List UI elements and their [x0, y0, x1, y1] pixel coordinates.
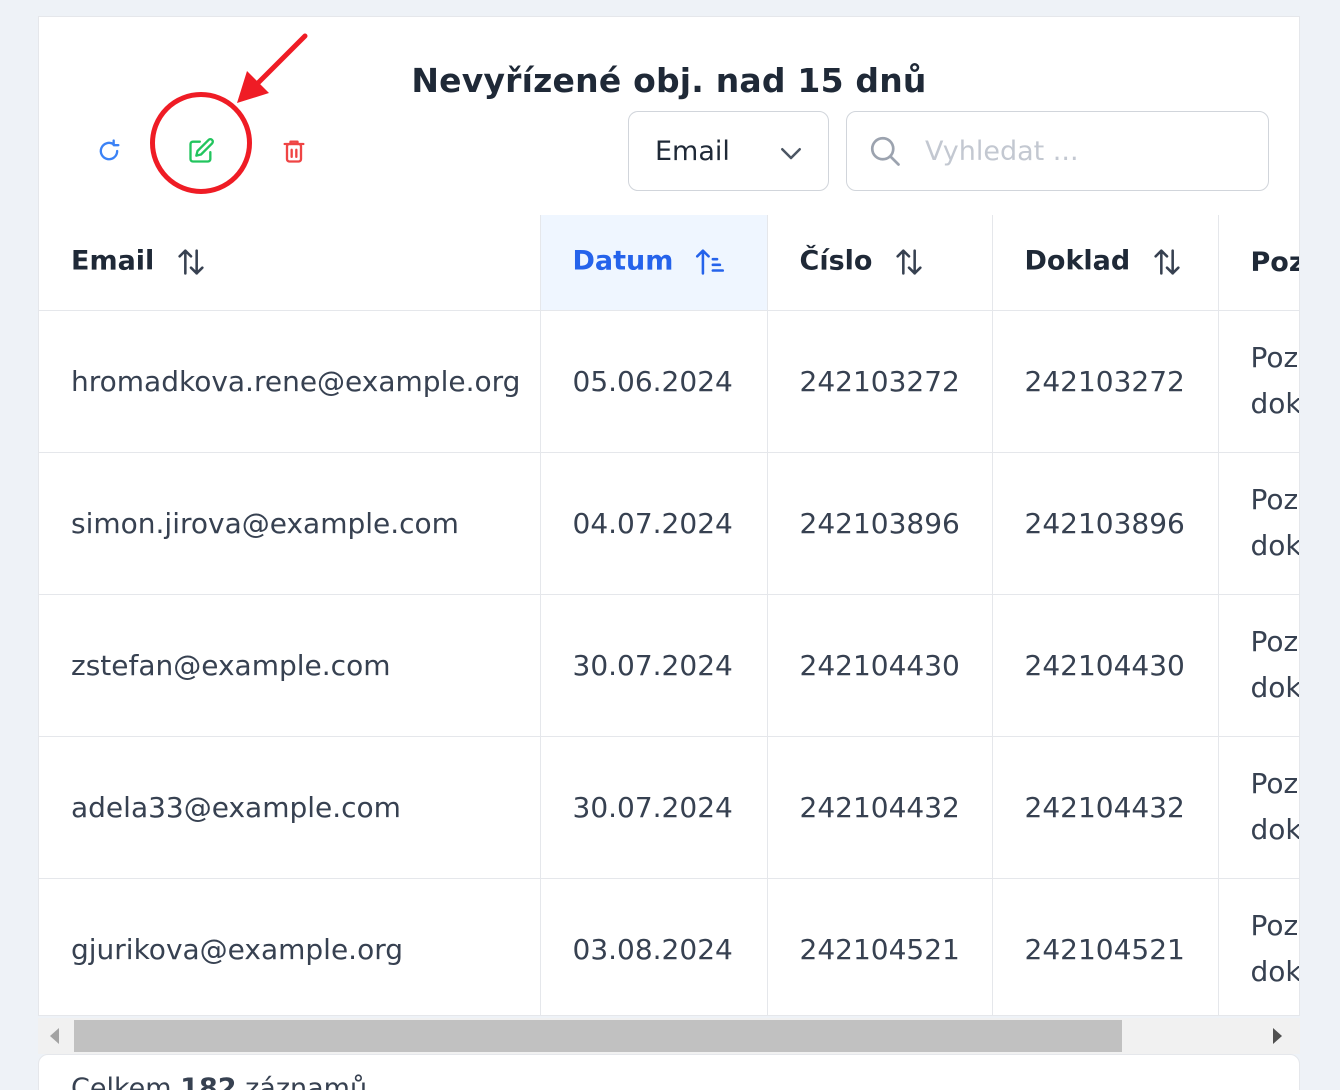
column-header-cislo[interactable]: Číslo: [767, 215, 993, 311]
trash-icon: [283, 140, 305, 163]
sort-ascending-icon: [695, 249, 724, 275]
cell-email: adela33@example.com: [39, 736, 541, 879]
chevron-down-icon: [781, 148, 801, 160]
cell-doklad: 242103896: [992, 452, 1219, 595]
edit-icon: [189, 138, 214, 163]
orders-panel: Nevyřízené obj. nad 15 dnů Email Vyhleda…: [38, 16, 1300, 1016]
cell-cislo: 242104432: [767, 736, 993, 879]
cell-email: hromadkova.rene@example.org: [39, 310, 541, 453]
cell-datum: 04.07.2024: [540, 452, 768, 595]
table-row[interactable]: gjurikova@example.org 03.08.2024 2421045…: [39, 878, 1299, 1015]
cell-poz: Poz dok: [1218, 878, 1299, 1015]
column-header-doklad[interactable]: Doklad: [992, 215, 1219, 311]
table-footer: Celkem 182 záznamů: [38, 1054, 1300, 1090]
search-box[interactable]: [846, 111, 1269, 191]
cell-doklad: 242103272: [992, 310, 1219, 453]
refresh-button[interactable]: [87, 129, 131, 173]
cell-cislo: 242103272: [767, 310, 993, 453]
scrollbar-thumb[interactable]: [74, 1020, 1122, 1052]
cell-cislo: 242104430: [767, 594, 993, 737]
sort-icon: [896, 249, 922, 275]
cell-email: simon.jirova@example.com: [39, 452, 541, 595]
table-row[interactable]: hromadkova.rene@example.org 05.06.2024 2…: [39, 310, 1299, 453]
table-row[interactable]: zstefan@example.com 30.07.2024 242104430…: [39, 594, 1299, 737]
record-count-prefix: Celkem: [71, 1073, 172, 1090]
filter-field-select[interactable]: Email: [628, 111, 829, 191]
column-header-datum[interactable]: Datum: [540, 215, 768, 311]
cell-datum: 30.07.2024: [540, 594, 768, 737]
cell-email: zstefan@example.com: [39, 594, 541, 737]
scroll-right-arrow-icon[interactable]: [1273, 1028, 1282, 1044]
cell-poz: Poz dok: [1218, 310, 1299, 453]
refresh-icon: [99, 139, 120, 161]
cell-datum: 05.06.2024: [540, 310, 768, 453]
filter-field-value: Email: [655, 135, 730, 167]
cell-datum: 03.08.2024: [540, 878, 768, 1015]
cell-poz: Poz dok: [1218, 452, 1299, 595]
column-header-poz[interactable]: Poz: [1218, 215, 1299, 311]
cell-doklad: 242104521: [992, 878, 1219, 1015]
record-count-suffix: záznamů: [245, 1073, 368, 1090]
table-header-row: Email Datum Číslo Doklad Poz: [39, 215, 1299, 311]
edit-button[interactable]: [179, 129, 223, 173]
cell-cislo: 242104521: [767, 878, 993, 1015]
search-icon: [870, 136, 900, 166]
scroll-left-arrow-icon[interactable]: [50, 1028, 59, 1044]
cell-poz: Poz dok: [1218, 594, 1299, 737]
record-count: 182: [180, 1073, 237, 1090]
cell-doklad: 242104430: [992, 594, 1219, 737]
delete-button[interactable]: [272, 129, 316, 173]
cell-doklad: 242104432: [992, 736, 1219, 879]
search-input[interactable]: [925, 135, 1245, 167]
sort-icon: [1154, 249, 1180, 275]
cell-datum: 30.07.2024: [540, 736, 768, 879]
sort-icon: [178, 249, 204, 275]
column-header-email[interactable]: Email: [39, 215, 541, 311]
table-row[interactable]: adela33@example.com 30.07.2024 242104432…: [39, 736, 1299, 879]
cell-poz: Poz dok: [1218, 736, 1299, 879]
page-title: Nevyřízené obj. nad 15 dnů: [411, 61, 927, 100]
horizontal-scrollbar[interactable]: [38, 1018, 1300, 1054]
table-row[interactable]: simon.jirova@example.com 04.07.2024 2421…: [39, 452, 1299, 595]
cell-cislo: 242103896: [767, 452, 993, 595]
orders-table: Email Datum Číslo Doklad Poz hromadkova.…: [39, 215, 1299, 1015]
cell-email: gjurikova@example.org: [39, 878, 541, 1015]
